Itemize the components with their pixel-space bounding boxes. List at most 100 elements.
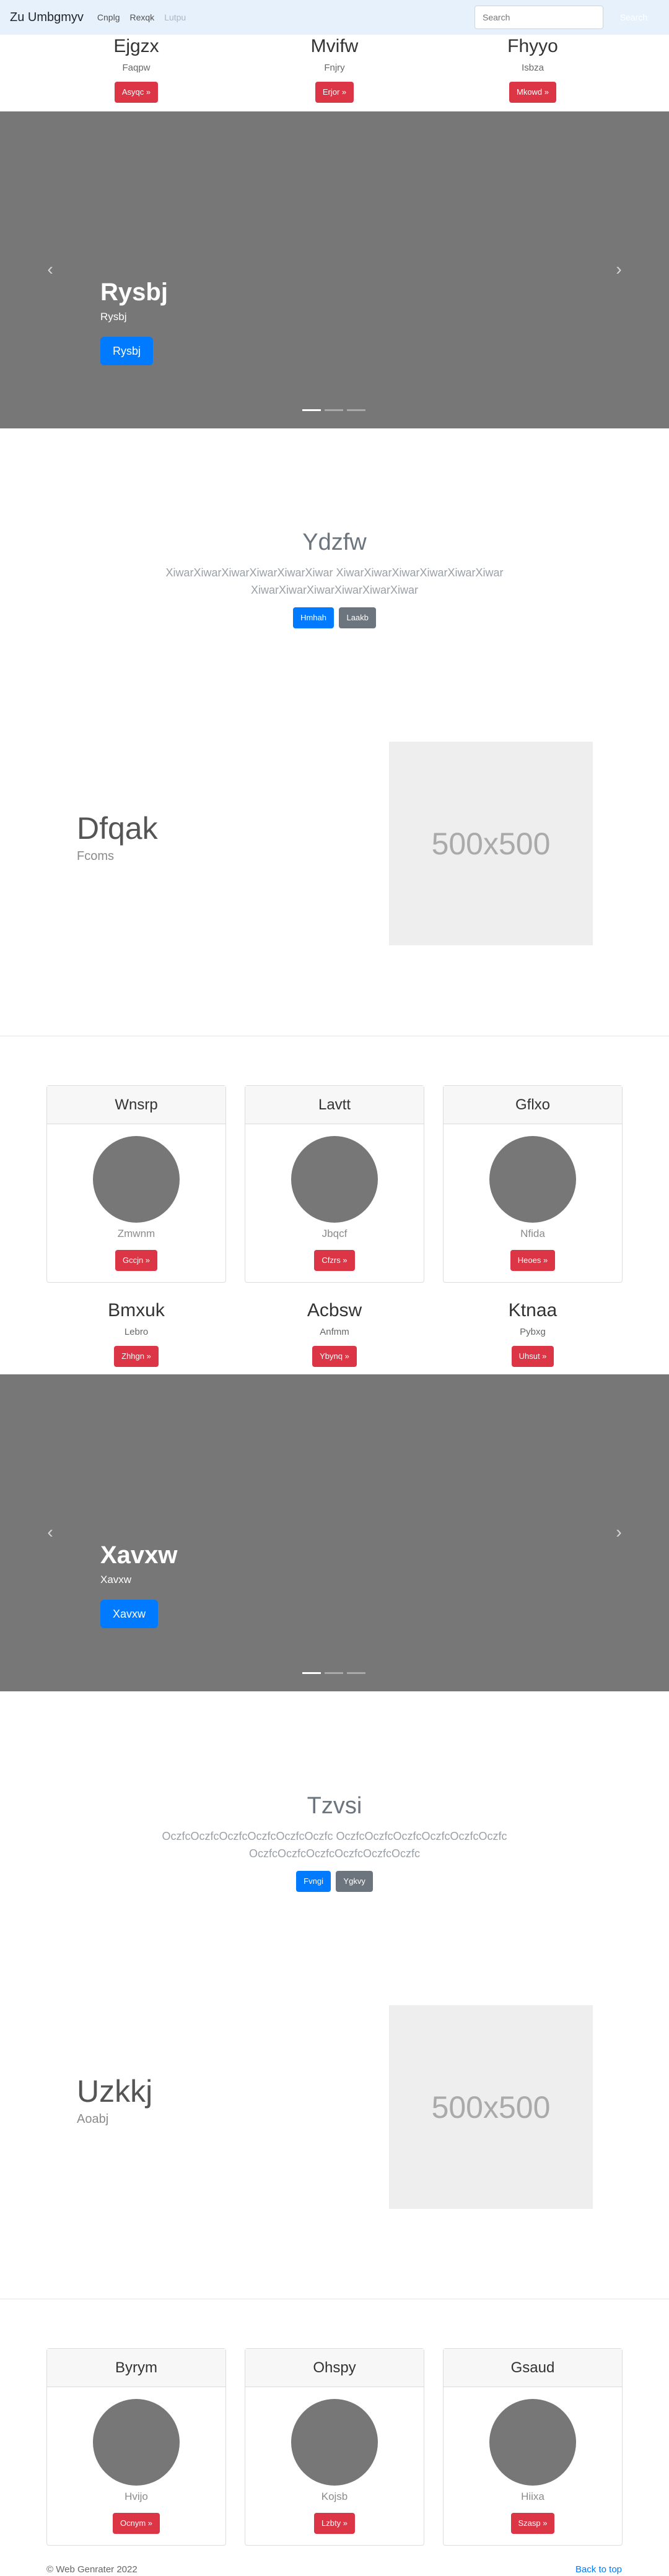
teaser-title: Ejgzx (113, 36, 159, 56)
carousel-2: ‹ › Xavxw Xavxw Xavxw (0, 1374, 669, 1691)
card-text: Kojsb (321, 2491, 348, 2502)
teaser-text: Fnjry (324, 63, 345, 73)
card-body: Hiixa Szasp » (444, 2387, 622, 2545)
teaser-column: Fhyyo Isbza Mkowd » (440, 35, 626, 103)
avatar-circle (93, 1136, 180, 1223)
nav-link-1[interactable]: Cnplg (97, 12, 120, 22)
carousel-prev-icon[interactable]: ‹ (45, 261, 56, 278)
footer: © Web Genrater 2022 Back to top (0, 2562, 669, 2576)
card: Byrym Hvijo Ocnym » (46, 2348, 226, 2546)
teaser-text: Lebro (124, 1327, 149, 1337)
teaser-column: Ktnaa Pybxg Uhsut » (440, 1299, 626, 1367)
card-button[interactable]: Lzbty » (314, 2513, 355, 2534)
carousel-indicator-active[interactable] (302, 1672, 321, 1674)
carousel-next-icon[interactable]: › (613, 1524, 624, 1541)
jumbotron-buttons: Hmhah Laakb (0, 607, 669, 628)
card-header: Gsaud (444, 2349, 622, 2387)
teaser-button[interactable]: Erjor » (315, 82, 354, 103)
jumbotron-2: Tzvsi OczfcOczfcOczfcOczfcOczfcOczfc Ocz… (0, 1792, 669, 1892)
card-button[interactable]: Szasp » (510, 2513, 555, 2534)
search-input[interactable] (474, 6, 603, 29)
teaser-column: Bmxuk Lebro Zhhgn » (43, 1299, 229, 1367)
carousel-button[interactable]: Xavxw (100, 1600, 159, 1628)
avatar-circle (291, 2399, 378, 2486)
jumbotron-title: Tzvsi (307, 1793, 362, 1819)
jumbotron-secondary-button[interactable]: Ygkvy (336, 1871, 373, 1892)
nav-link-2[interactable]: Rexqk (130, 12, 155, 22)
jumbotron-1: Ydzfw XiwarXiwarXiwarXiwarXiwarXiwar Xiw… (0, 528, 669, 628)
teaser-column: Ejgzx Faqpw Asyqc » (43, 35, 229, 103)
carousel-caption: Xavxw Xavxw Xavxw (100, 1540, 178, 1628)
search-form: Search (474, 6, 659, 29)
carousel-indicator[interactable] (325, 1672, 343, 1674)
teaser-title: Bmxuk (108, 1300, 165, 1321)
card-button[interactable]: Gccjn » (115, 1250, 158, 1271)
teaser-column: Mvifw Fnjry Erjor » (242, 35, 427, 103)
featurette-title: Dfqak (77, 811, 158, 846)
teaser-button[interactable]: Ybynq » (312, 1346, 357, 1367)
card: Wnsrp Zmwnm Gccjn » (46, 1085, 226, 1283)
carousel-indicator[interactable] (347, 409, 365, 411)
card-button[interactable]: Ocnym » (112, 2513, 160, 2534)
teaser-column: Acbsw Anfmm Ybynq » (242, 1299, 427, 1367)
back-to-top-link[interactable]: Back to top (575, 2564, 622, 2575)
card-header: Byrym (47, 2349, 225, 2387)
carousel-text: Xavxw (100, 1574, 132, 1585)
card-text: Jbqcf (321, 1228, 348, 1239)
card: Gsaud Hiixa Szasp » (443, 2348, 623, 2546)
jumbotron-text: OczfcOczfcOczfcOczfcOczfcOczfc OczfcOczf… (162, 1830, 507, 1860)
jumbotron-title: Ydzfw (302, 529, 367, 555)
card-body: Jbqcf Cfzrs » (245, 1124, 424, 1282)
carousel-caption: Rysbj Rysbj Rysbj (100, 277, 168, 365)
card-body: Hvijo Ocnym » (47, 2387, 225, 2545)
teaser-title: Ktnaa (508, 1300, 558, 1321)
teaser-button[interactable]: Uhsut » (511, 1346, 554, 1367)
carousel-title: Rysbj (100, 279, 168, 306)
card-header: Lavtt (245, 1086, 424, 1124)
card-button[interactable]: Heoes » (510, 1250, 556, 1271)
jumbotron-primary-button[interactable]: Fvngi (296, 1871, 331, 1892)
nav-link-3-disabled: Lutpu (164, 12, 186, 22)
teaser-button[interactable]: Asyqc » (114, 82, 159, 103)
carousel-indicator[interactable] (347, 1672, 365, 1674)
placeholder-image: 500x500 (389, 742, 593, 945)
card-header: Wnsrp (47, 1086, 225, 1124)
carousel-indicator-active[interactable] (302, 409, 321, 411)
teaser-text: Faqpw (122, 63, 151, 73)
carousel-title: Xavxw (100, 1542, 178, 1569)
carousel-1: ‹ › Rysbj Rysbj Rysbj (0, 111, 669, 428)
card-body: Nfida Heoes » (444, 1124, 622, 1282)
teaser-text: Pybxg (520, 1327, 546, 1337)
carousel-button[interactable]: Rysbj (100, 337, 154, 365)
featurette-subtitle: Aoabj (77, 2112, 109, 2126)
teaser-title: Acbsw (307, 1300, 362, 1321)
jumbotron-secondary-button[interactable]: Laakb (339, 607, 376, 628)
teaser-text: Anfmm (320, 1327, 349, 1337)
search-button[interactable]: Search (608, 6, 659, 29)
jumbotron-primary-button[interactable]: Hmhah (293, 607, 334, 628)
card-text: Hiixa (521, 2491, 544, 2502)
avatar-circle (489, 1136, 576, 1223)
carousel-indicator[interactable] (325, 409, 343, 411)
teaser-button[interactable]: Zhhgn » (114, 1346, 159, 1367)
placeholder-image: 500x500 (389, 2005, 593, 2209)
card: Lavtt Jbqcf Cfzrs » (245, 1085, 424, 1283)
card-header: Ohspy (245, 2349, 424, 2387)
card: Ohspy Kojsb Lzbty » (245, 2348, 424, 2546)
jumbotron-text: XiwarXiwarXiwarXiwarXiwarXiwar XiwarXiwa… (165, 566, 504, 596)
carousel-next-icon[interactable]: › (613, 261, 624, 278)
featurette-title: Uzkkj (77, 2074, 153, 2109)
carousel-prev-icon[interactable]: ‹ (45, 1524, 56, 1541)
jumbotron-buttons: Fvngi Ygkvy (0, 1871, 669, 1892)
navbar-brand[interactable]: Zu Umbgmyv (10, 11, 84, 25)
card-text: Nfida (520, 1228, 545, 1239)
card-button[interactable]: Cfzrs » (314, 1250, 355, 1271)
avatar-circle (291, 1136, 378, 1223)
page: Zu Umbgmyv Cnplg Rexqk Lutpu Search Ejgz… (0, 0, 669, 2576)
teaser-title: Mvifw (310, 36, 359, 56)
card: Gflxo Nfida Heoes » (443, 1085, 623, 1283)
footer-copyright: © Web Genrater 2022 (46, 2564, 138, 2575)
teaser-button[interactable]: Mkowd » (509, 82, 557, 103)
card-body: Kojsb Lzbty » (245, 2387, 424, 2545)
carousel-indicators (302, 409, 365, 411)
